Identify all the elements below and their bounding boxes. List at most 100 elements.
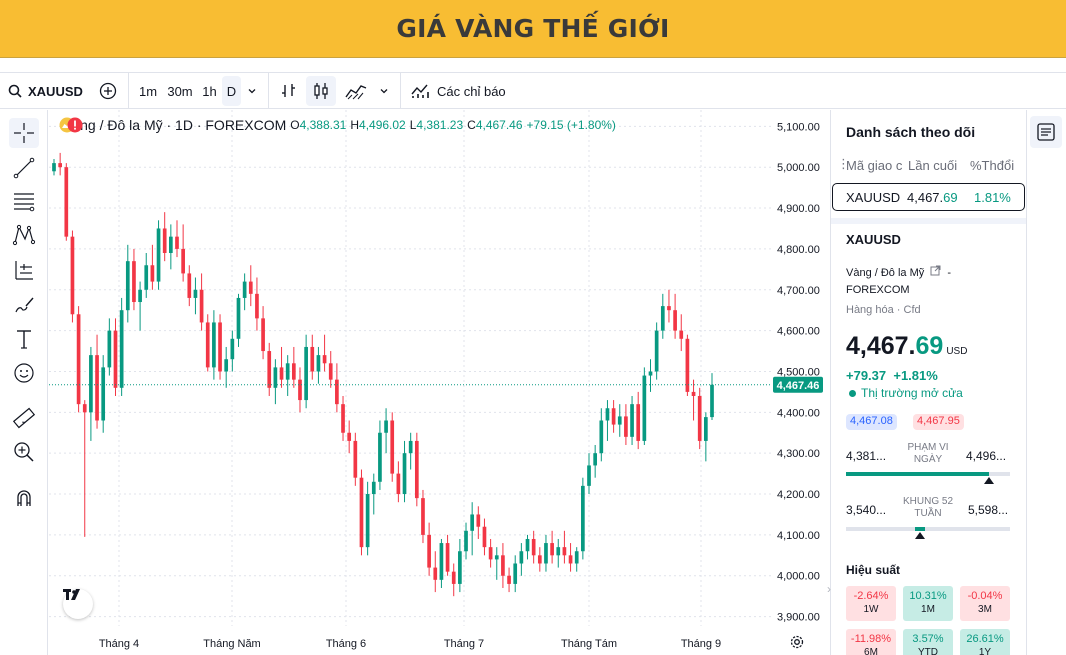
col-last[interactable]: Lần cuối	[908, 158, 957, 173]
y-tick-label: 4,700.00	[777, 285, 820, 297]
bars-icon	[282, 84, 295, 97]
forecast-tool[interactable]	[9, 255, 39, 285]
indicators-icon	[411, 84, 429, 98]
candle-body	[328, 363, 333, 380]
y-tick-label: 3,900.00	[777, 612, 820, 624]
performance-cell: -0.04% 3M	[960, 586, 1010, 621]
candle-body	[433, 567, 438, 580]
candles-chart-type-button[interactable]	[306, 76, 336, 106]
ohlc-open: O4,388.31	[290, 118, 347, 132]
price-chart[interactable]: 5,100.00 5,000.00 4,900.00 4,800.00 4,700.00…	[49, 110, 827, 655]
day-range-high: 4,496...	[966, 449, 1007, 463]
magnet-icon	[17, 490, 31, 506]
symbol-search[interactable]: XAUUSD	[8, 73, 92, 109]
x-tick-label: Tháng 6	[326, 638, 366, 650]
indicators-button[interactable]: Các chỉ báo	[410, 73, 510, 109]
chevron-down-icon	[248, 89, 256, 94]
candle-body	[710, 384, 714, 418]
candles-icon	[314, 83, 328, 99]
candle-body	[64, 167, 69, 237]
candle-body	[371, 481, 376, 495]
measure-tool[interactable]	[9, 403, 39, 433]
candle-body	[673, 310, 677, 331]
interval-d[interactable]: D	[222, 76, 241, 106]
symbol-description[interactable]: Vàng / Đô la Mỹ · 1D · FOREXCOM	[63, 117, 286, 133]
chart-settings-button[interactable]	[789, 634, 805, 650]
candle-body	[704, 417, 708, 441]
text-tool[interactable]	[9, 324, 39, 354]
candle-body	[322, 355, 327, 364]
interval-1h[interactable]: 1h	[199, 73, 220, 109]
emoji-tool[interactable]	[9, 358, 39, 388]
trend-line-tool[interactable]	[9, 153, 39, 183]
candle-body	[605, 408, 610, 421]
brush-icon	[15, 297, 34, 313]
watchlist-row[interactable]: XAUUSD 4,467.69 1.81%	[832, 183, 1025, 211]
detail-change: +79.37 +1.81%	[846, 368, 938, 383]
interval-dropdown[interactable]	[244, 73, 260, 109]
day-range-label: PHẠM VI NGÀY	[907, 442, 949, 465]
candle-body	[291, 363, 296, 380]
performance-label: 1M	[921, 604, 935, 615]
external-link-icon[interactable]	[930, 265, 941, 276]
candle-body	[611, 408, 616, 425]
alert-icon[interactable]	[67, 117, 83, 133]
toolbar-divider	[268, 73, 269, 109]
performance-cell: 3.57% YTD	[903, 629, 953, 655]
compare-symbol-button[interactable]	[97, 73, 119, 109]
candle-body	[175, 236, 179, 249]
status-dot-icon	[849, 389, 856, 397]
crosshair-tool[interactable]	[9, 118, 39, 148]
panel-collapse-handle[interactable]: ›	[827, 582, 831, 596]
candle-body	[236, 297, 241, 339]
candle-body	[550, 543, 554, 556]
candle-body	[261, 318, 265, 352]
candle-body	[138, 289, 142, 303]
chevron-down-icon	[380, 89, 388, 94]
interval-1m[interactable]: 1m	[136, 73, 160, 109]
magnet-tool[interactable]	[9, 483, 39, 513]
ohlc-high: H4,496.02	[350, 118, 406, 132]
candle-body	[654, 330, 659, 372]
day-range-low: 4,381...	[846, 449, 887, 463]
page-banner: GIÁ VÀNG THẾ GIỚI	[0, 0, 1066, 58]
watchlist-sidebar-button[interactable]	[1030, 116, 1062, 148]
x-tick-label: Tháng 9	[681, 638, 721, 650]
tradingview-logo[interactable]	[63, 589, 93, 619]
col-symbol[interactable]: Mã giao c	[846, 158, 902, 173]
watchlist-change: 1.81%	[974, 190, 1011, 205]
area-chart-type-button[interactable]	[342, 73, 370, 109]
candle-body	[667, 306, 671, 311]
toolbar-divider	[128, 73, 129, 109]
candlestick-chart[interactable]: 5,100.00 5,000.00 4,900.00 4,800.00 4,700.00…	[49, 110, 827, 655]
col-change-pct[interactable]: %Thđổi	[970, 158, 1014, 173]
wk52-low: 3,540...	[846, 503, 887, 517]
day-range-marker	[983, 477, 994, 484]
chart-legend: Vàng / Đô la Mỹ · 1D · FOREXCOM O4,388.3…	[59, 117, 616, 133]
interval-30m[interactable]: 30m	[164, 73, 196, 109]
y-tick-label: 4,900.00	[777, 203, 820, 215]
tv-logo-icon	[63, 589, 80, 600]
gear-icon	[790, 635, 804, 649]
candle-body	[482, 526, 487, 548]
fib-retracement-tool[interactable]	[9, 186, 39, 216]
bar-chart-type-button[interactable]	[276, 73, 302, 109]
wk52-bar	[846, 527, 1010, 539]
zoom-in-icon	[14, 442, 34, 462]
pattern-tool[interactable]	[9, 220, 39, 250]
candle-body	[488, 547, 493, 560]
y-tick-label: 4,300.00	[777, 448, 820, 460]
candle-body	[648, 371, 653, 376]
zoom-tool[interactable]	[9, 437, 39, 467]
performance-value: -0.04%	[967, 590, 1003, 602]
y-tick-label: 4,200.00	[777, 489, 820, 501]
performance-value: 3.57%	[912, 633, 944, 645]
candle-body	[205, 322, 210, 368]
chart-type-dropdown[interactable]	[376, 73, 392, 109]
brush-tool[interactable]	[9, 290, 39, 320]
candle-body	[107, 330, 112, 368]
candle-body	[427, 534, 431, 568]
performance-cell: 26.61% 1Y	[960, 629, 1010, 655]
watchlist-title: Danh sách theo dõi	[846, 124, 976, 140]
candle-body	[193, 289, 198, 298]
